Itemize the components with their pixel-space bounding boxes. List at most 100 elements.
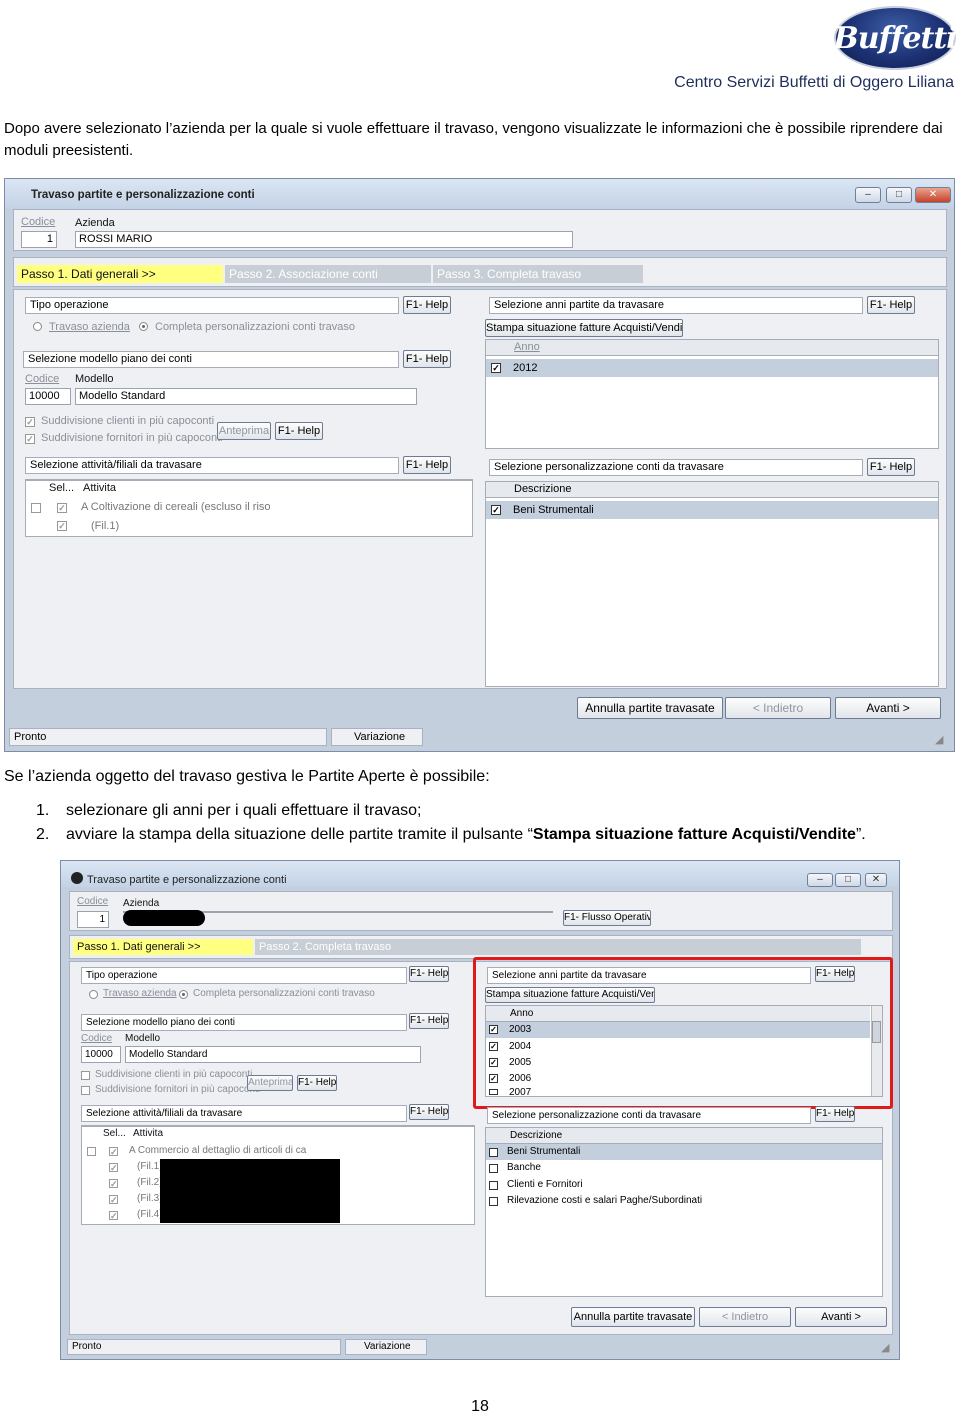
attivita2-row-4[interactable]: (Fil.3) xyxy=(137,1191,163,1207)
anteprima-button-2[interactable]: Anteprima xyxy=(247,1075,293,1091)
attivita2-row-2[interactable]: (Fil.1) xyxy=(137,1159,163,1175)
codice-field-2[interactable]: 1 xyxy=(77,911,109,928)
tipo-operazione-header: Tipo operazione xyxy=(25,297,399,314)
anteprima-button[interactable]: Anteprima xyxy=(217,422,271,440)
attivita2-check-5[interactable]: ✓ xyxy=(109,1211,118,1221)
list-text-1: selezionare gli anni per i quali effettu… xyxy=(66,802,422,819)
attivita2-check-2[interactable]: ✓ xyxy=(109,1163,118,1173)
chk-clienti[interactable]: ✓ xyxy=(25,417,35,427)
status-variazione-2: Variazione xyxy=(345,1339,427,1355)
f1-help-button-2-6[interactable]: F1- Help xyxy=(815,1106,855,1122)
step-2[interactable]: Passo 2. Associazione conti xyxy=(225,265,431,283)
close-button[interactable]: ✕ xyxy=(915,187,951,203)
chk-clienti-label: Suddivisione clienti in più capoconti xyxy=(41,415,215,427)
status-pronto-2: Pronto xyxy=(67,1339,341,1355)
descr2-check-1[interactable] xyxy=(489,1148,498,1157)
annulla-button[interactable]: Annulla partite travasate xyxy=(577,697,723,719)
maximize-button-2[interactable]: □ xyxy=(835,873,861,887)
radio-completa[interactable] xyxy=(139,322,148,331)
indietro-button[interactable]: < Indietro xyxy=(725,697,831,719)
status-variazione: Variazione xyxy=(331,728,423,746)
step-3[interactable]: Passo 3. Completa travaso xyxy=(433,265,643,283)
descr2-check-4[interactable] xyxy=(489,1197,498,1206)
chk-clienti-2[interactable] xyxy=(81,1071,90,1080)
step-2-2[interactable]: Passo 2. Completa travaso xyxy=(255,939,861,955)
sel-modello-header: Selezione modello piano dei conti xyxy=(23,351,399,368)
indietro-button-2[interactable]: < Indietro xyxy=(699,1307,791,1327)
f1-help-button-2-4[interactable]: F1- Help xyxy=(409,1104,449,1120)
annulla-button-2[interactable]: Annulla partite travasate xyxy=(571,1307,695,1327)
step-1-2[interactable]: Passo 1. Dati generali >> xyxy=(73,939,253,955)
stampa-situazione-button[interactable]: Stampa situazione fatture Acquisti/Vendi… xyxy=(485,319,683,337)
row-expander-2[interactable] xyxy=(87,1147,96,1156)
col-sel-2: Sel... xyxy=(103,1128,126,1139)
chk-fornitori[interactable]: ✓ xyxy=(25,434,35,444)
chk-fornitori-2[interactable] xyxy=(81,1086,90,1095)
resize-grip-icon[interactable]: ◢ xyxy=(935,733,943,746)
descr2-check-2[interactable] xyxy=(489,1164,498,1173)
descr2-check-3[interactable] xyxy=(489,1181,498,1190)
f1-help-button-6[interactable]: F1- Help xyxy=(867,458,915,476)
col-descrizione-2: Descrizione xyxy=(486,1128,882,1144)
col-anno: Anno xyxy=(486,340,938,356)
f1-help-button-2-1[interactable]: F1- Help xyxy=(409,966,449,982)
row-expander[interactable] xyxy=(31,503,41,513)
attivita2-check-1[interactable]: ✓ xyxy=(109,1147,118,1157)
descr-check[interactable]: ✓ xyxy=(491,505,501,515)
step-1[interactable]: Passo 1. Dati generali >> xyxy=(17,265,223,283)
attivita2-check-3[interactable]: ✓ xyxy=(109,1179,118,1189)
anno-check[interactable]: ✓ xyxy=(491,363,501,373)
modello-codice-field[interactable]: 10000 xyxy=(25,388,71,405)
attivita2-check-4[interactable]: ✓ xyxy=(109,1195,118,1205)
close-button-2[interactable]: ✕ xyxy=(865,873,887,887)
minimize-button[interactable]: – xyxy=(855,187,881,203)
attivita-row-2[interactable]: (Fil.1) xyxy=(91,518,119,534)
status-pronto: Pronto xyxy=(9,728,327,746)
minimize-button-2[interactable]: – xyxy=(807,873,833,887)
tipo-operazione-header-2: Tipo operazione xyxy=(81,967,407,984)
descr2-value-3: Clienti e Fornitori xyxy=(507,1179,583,1190)
attivita-row-1[interactable]: A Coltivazione di cereali (escluso il ri… xyxy=(81,499,271,515)
f1-help-button-5[interactable]: F1- Help xyxy=(867,296,915,314)
f1-help-button-1[interactable]: F1- Help xyxy=(403,296,451,314)
radio-completa-2[interactable] xyxy=(179,990,188,999)
modello-codice-label: Codice xyxy=(25,373,60,385)
azienda-field[interactable]: ROSSI MARIO xyxy=(75,231,573,248)
radio-travaso-2[interactable] xyxy=(89,990,98,999)
col-attivita: Attivita xyxy=(83,482,117,494)
list-item-2: 2. avviare la stampa della situazione del… xyxy=(36,826,866,844)
f1-help-button-2-3[interactable]: F1- Help xyxy=(297,1075,337,1091)
chk-clienti-label-2: Suddivisione clienti in più capoconti xyxy=(95,1069,253,1080)
attivita2-row-3[interactable]: (Fil.2) xyxy=(137,1175,163,1191)
codice-field[interactable]: 1 xyxy=(21,231,57,248)
attivita2-row-1[interactable]: A Commercio al dettaglio di articoli di … xyxy=(129,1143,306,1159)
radio-completa-label: Completa personalizzazioni conti travaso xyxy=(155,321,355,333)
radio-travaso[interactable] xyxy=(33,322,42,331)
attivita2-row-5[interactable]: (Fil.4) xyxy=(137,1207,163,1223)
attivita-check-1[interactable]: ✓ xyxy=(57,503,67,513)
modello-field[interactable]: Modello Standard xyxy=(75,388,417,405)
anno-row[interactable] xyxy=(486,359,938,377)
col-sel: Sel... xyxy=(49,482,75,494)
f1-help-button-2-2[interactable]: F1- Help xyxy=(409,1013,449,1029)
f1-help-button-3[interactable]: F1- Help xyxy=(275,422,323,440)
avanti-button-2[interactable]: Avanti > xyxy=(795,1307,887,1327)
modello-label: Modello xyxy=(75,373,114,385)
modello-codice-field-2[interactable]: 10000 xyxy=(81,1046,121,1063)
col-descrizione: Descrizione xyxy=(486,482,938,498)
modello-label-2: Modello xyxy=(125,1033,161,1044)
flusso-operativo-button[interactable]: F1- Flusso Operativo xyxy=(563,910,651,926)
modello-field-2[interactable]: Modello Standard xyxy=(125,1046,421,1063)
resize-grip-icon-2[interactable]: ◢ xyxy=(881,1341,889,1354)
f1-help-button-2[interactable]: F1- Help xyxy=(403,350,451,368)
avanti-button[interactable]: Avanti > xyxy=(835,697,941,719)
chk-fornitori-label-2: Suddivisione fornitori in più capoconti xyxy=(95,1084,261,1095)
maximize-button[interactable]: □ xyxy=(886,187,912,203)
azienda-label: Azienda xyxy=(75,217,115,229)
attivita-check-2[interactable]: ✓ xyxy=(57,521,67,531)
list-item-1: 1. selezionare gli anni per i quali effet… xyxy=(36,802,421,820)
redacted-azienda xyxy=(123,910,205,926)
f1-help-button-4[interactable]: F1- Help xyxy=(403,456,451,474)
sel-attivita-header: Selezione attività/filiali da travasare xyxy=(25,457,399,474)
sel-anni-header: Selezione anni partite da travasare xyxy=(489,297,863,314)
